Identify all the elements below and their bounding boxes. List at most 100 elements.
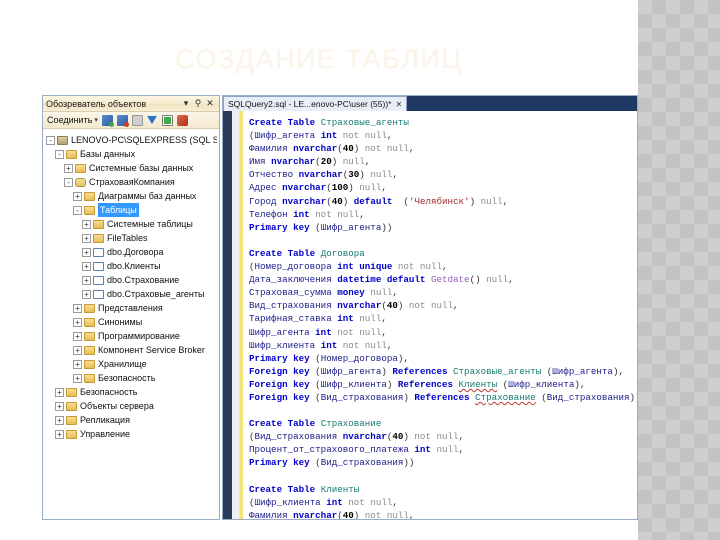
- expand-icon[interactable]: +: [82, 220, 91, 229]
- code-line: Primary key (Номер_договора),: [249, 352, 637, 365]
- code-token: ): [354, 143, 365, 154]
- tree-item[interactable]: +Диаграммы баз данных: [46, 189, 217, 203]
- tree-item[interactable]: +dbo.Страховые_агенты: [46, 287, 217, 301]
- tree-item-label: dbo.Договора: [107, 245, 164, 259]
- tree-item[interactable]: -Таблицы: [46, 203, 217, 217]
- tree-item[interactable]: + Репликация: [46, 413, 217, 427]
- tab-sqlquery2[interactable]: SQLQuery2.sql - LE...enovo-PC\user (55))…: [223, 96, 407, 111]
- code-line: Адрес nvarchar(100) null,: [249, 181, 637, 194]
- code-line: Процент_от_страхового_платежа int null,: [249, 443, 637, 456]
- tree-item[interactable]: +Безопасность: [46, 371, 217, 385]
- connect-button[interactable]: Соединить: [47, 115, 92, 125]
- expand-icon[interactable]: +: [82, 234, 91, 243]
- tree-item[interactable]: +Объекты сервера: [46, 399, 217, 413]
- code-token: Договора: [321, 248, 365, 259]
- expand-icon[interactable]: +: [82, 262, 91, 271]
- close-icon[interactable]: ✕: [204, 98, 216, 109]
- expand-icon[interactable]: +: [73, 304, 82, 313]
- expand-icon[interactable]: +: [82, 290, 91, 299]
- code-token: ),: [574, 379, 585, 390]
- code-token: nvarchar: [337, 300, 381, 311]
- code-token: null: [343, 156, 365, 167]
- connect-object-explorer-icon[interactable]: [102, 115, 113, 126]
- collapse-icon[interactable]: -: [73, 206, 82, 215]
- code-line: [249, 470, 637, 483]
- code-token: not null: [343, 340, 387, 351]
- close-icon[interactable]: ✕: [395, 100, 402, 109]
- expand-icon[interactable]: +: [55, 402, 64, 411]
- tree-item[interactable]: +Синонимы: [46, 315, 217, 329]
- pin-icon[interactable]: ⚲: [192, 98, 204, 109]
- tree-item[interactable]: +Представления: [46, 301, 217, 315]
- code-line: Страховая_сумма money null,: [249, 286, 637, 299]
- expand-icon[interactable]: +: [73, 332, 82, 341]
- tree-item[interactable]: -LENOVO-PC\SQLEXPRESS (SQL Server 11: [46, 133, 217, 147]
- tree-item-label: Системные таблицы: [107, 217, 193, 231]
- sql-code-area[interactable]: Create Table Страховые_агенты(Шифр_агент…: [243, 111, 637, 519]
- tree-item[interactable]: +Управление: [46, 427, 217, 441]
- code-token: null: [359, 313, 381, 324]
- code-token: not null: [348, 497, 392, 508]
- code-token: Вид_страхования: [321, 392, 404, 403]
- expand-icon[interactable]: +: [64, 164, 73, 173]
- expand-icon[interactable]: +: [82, 248, 91, 257]
- expand-icon[interactable]: +: [73, 346, 82, 355]
- tree-item[interactable]: +Безопасность: [46, 385, 217, 399]
- code-token: 30: [348, 169, 359, 180]
- code-token: Номер_договора: [321, 353, 398, 364]
- code-line: (Номер_договора int unique not null,: [249, 260, 637, 273]
- folder-icon: [66, 402, 77, 411]
- refresh-icon[interactable]: [162, 115, 173, 126]
- code-token: ): [348, 182, 359, 193]
- tree-item[interactable]: +dbo.Клиенты: [46, 259, 217, 273]
- tree-item[interactable]: + dbo.Договора: [46, 245, 217, 259]
- tree-item[interactable]: +Программирование: [46, 329, 217, 343]
- code-token: nvarchar: [299, 169, 343, 180]
- collapse-icon[interactable]: -: [46, 136, 55, 145]
- expand-icon[interactable]: +: [73, 374, 82, 383]
- expand-icon[interactable]: +: [82, 276, 91, 285]
- filter-icon[interactable]: [147, 115, 158, 126]
- expand-icon[interactable]: +: [73, 192, 82, 201]
- code-token: Страхование: [321, 418, 382, 429]
- expand-icon[interactable]: +: [55, 416, 64, 425]
- stop-icon[interactable]: [132, 115, 143, 126]
- folder-icon: [84, 206, 95, 215]
- expand-icon[interactable]: +: [73, 318, 82, 327]
- tree-item[interactable]: +FileTables: [46, 231, 217, 245]
- activity-monitor-icon[interactable]: [177, 115, 188, 126]
- code-line: Город nvarchar(40) default ('Челябинск')…: [249, 195, 637, 208]
- tree-item[interactable]: + Хранилище: [46, 357, 217, 371]
- code-token: ,: [381, 182, 387, 193]
- folder-icon: [84, 192, 95, 201]
- editor-indicator-margin: [232, 111, 240, 519]
- code-token: Шифр_агента: [321, 366, 382, 377]
- code-token: ): [403, 431, 414, 442]
- code-line: Foreign key (Вид_страхования) References…: [249, 391, 637, 404]
- tree-item[interactable]: +dbo.Страхование: [46, 273, 217, 287]
- code-token: ): [359, 169, 370, 180]
- chevron-down-icon[interactable]: ▾: [180, 98, 192, 109]
- expand-icon[interactable]: +: [55, 430, 64, 439]
- tree-item[interactable]: -Базы данных: [46, 147, 217, 161]
- tree-item-label: Хранилище: [98, 357, 147, 371]
- code-token: Клиенты: [459, 379, 498, 390]
- tree-item[interactable]: +Системные базы данных: [46, 161, 217, 175]
- tree-item-label: Репликация: [80, 413, 130, 427]
- collapse-icon[interactable]: -: [55, 150, 64, 159]
- code-token: 40: [387, 300, 398, 311]
- code-token: nvarchar: [293, 510, 337, 519]
- code-token: Create Table: [249, 117, 321, 128]
- expand-icon[interactable]: +: [55, 388, 64, 397]
- tree-item[interactable]: -СтраховаяКомпания: [46, 175, 217, 189]
- connect-caret-icon[interactable]: ▾: [94, 116, 98, 124]
- expand-icon[interactable]: +: [73, 360, 82, 369]
- tree-item[interactable]: + Системные таблицы: [46, 217, 217, 231]
- code-token: not null: [343, 130, 387, 141]
- disconnect-icon[interactable]: [117, 115, 128, 126]
- tree-item[interactable]: +Компонент Service Broker: [46, 343, 217, 357]
- collapse-icon[interactable]: -: [64, 178, 73, 187]
- code-token: Вид_страхования: [255, 431, 343, 442]
- code-token: Шифр_агента: [255, 130, 321, 141]
- code-token: ): [398, 300, 409, 311]
